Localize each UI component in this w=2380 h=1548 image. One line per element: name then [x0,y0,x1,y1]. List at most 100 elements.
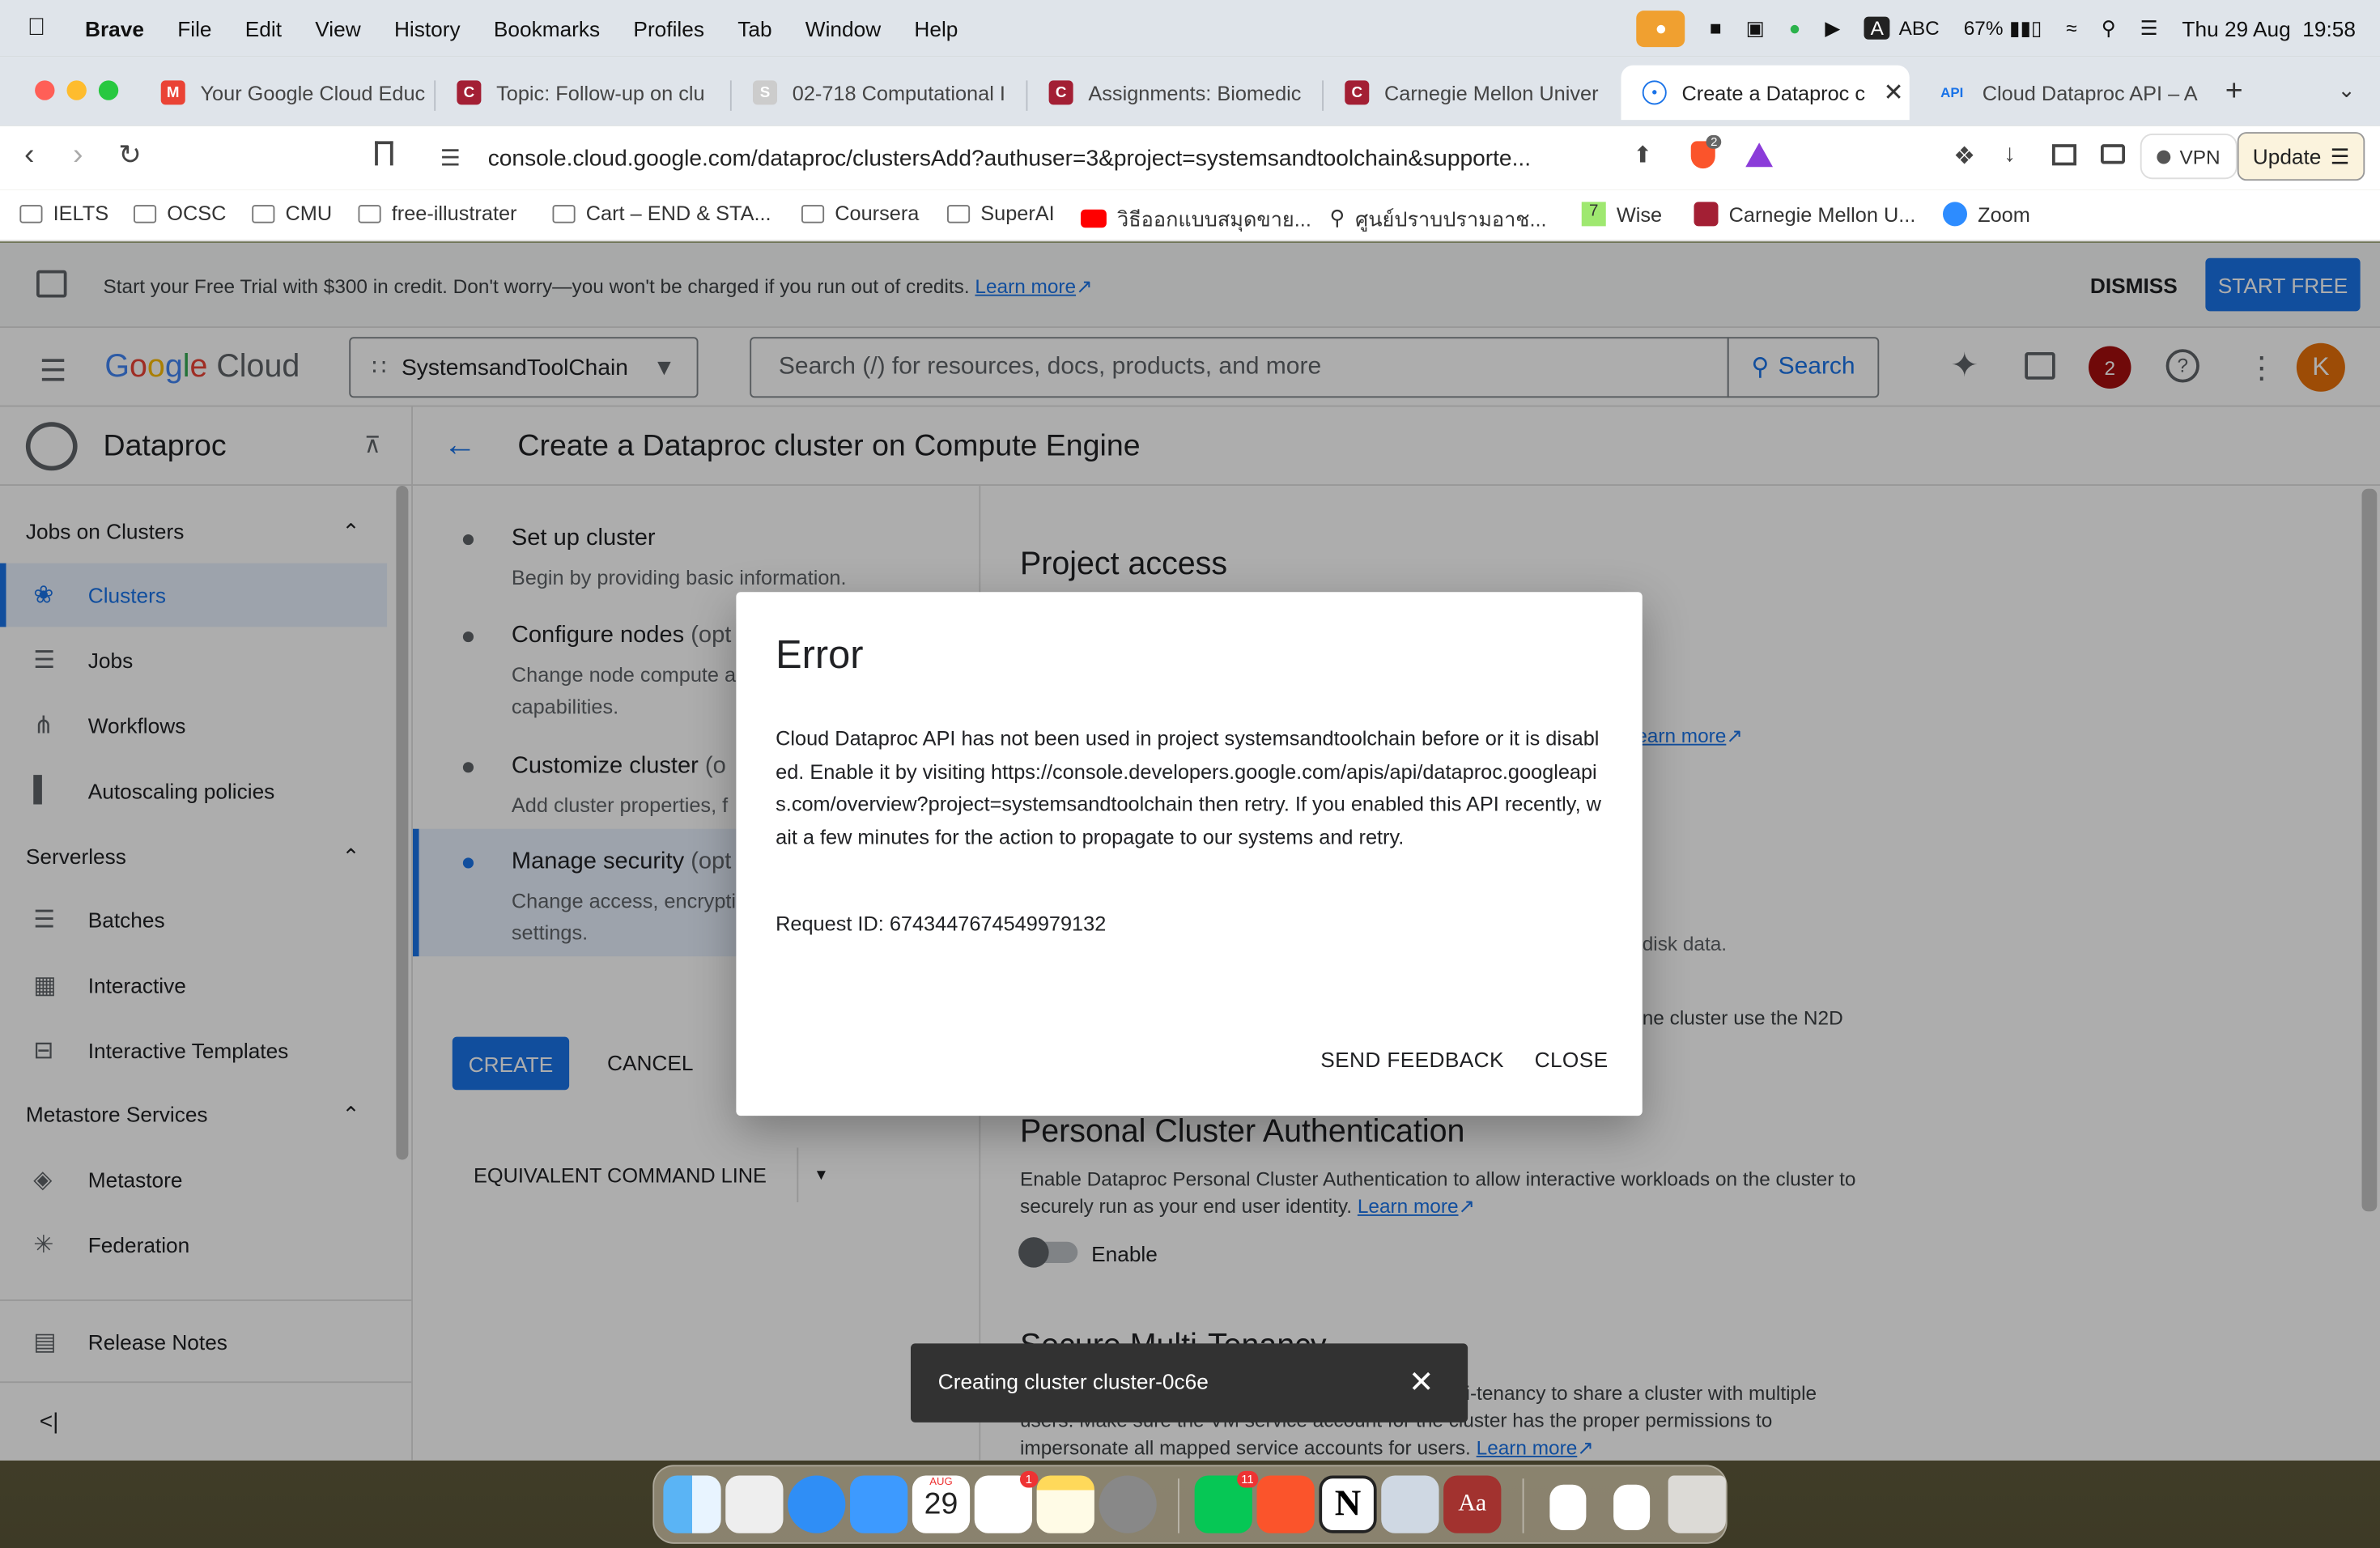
folder-icon [19,204,43,223]
spotlight-icon[interactable]: ⚲ [2102,16,2116,40]
notion-icon[interactable]: N [1319,1475,1377,1533]
forward-arrow-icon[interactable]: › [73,138,83,173]
window-close-button[interactable] [35,80,55,100]
launchpad-icon[interactable] [725,1475,784,1533]
reminders-icon[interactable]: 1 [974,1470,1039,1533]
menu-file[interactable]: File [177,16,211,40]
reload-icon[interactable]: ↻ [118,140,141,172]
line-app-icon[interactable]: 11 [1194,1470,1259,1533]
folder-icon [134,204,157,223]
bookmark-folder-ocsc[interactable]: OCSC [134,202,226,225]
mail-icon[interactable] [850,1475,908,1533]
api-icon: API [1940,85,1964,100]
battery-icon[interactable]: ▮▮▯ [2009,16,2042,40]
window-minimize-button[interactable] [66,80,87,100]
menubar-clock[interactable]: Thu 29 Aug 19:58 [2182,16,2356,40]
bookmark-thai-site[interactable]: ⚲ ศูนย์ปราบปรามอาช... [1330,202,1547,235]
zoom-icon [1943,202,1967,227]
youtube-icon [1081,209,1107,228]
tab-cmu[interactable]: C Carnegie Mellon Univer [1324,66,1612,121]
dataproc-icon: • [1642,80,1667,105]
tab-topic[interactable]: C Topic: Follow-up on clu [436,66,724,121]
site-settings-icon[interactable]: ☰ [440,144,461,172]
line-badge: 11 [1236,1470,1259,1488]
download-icon[interactable]: ↓ [2004,141,2016,168]
brave-minimized-icon[interactable] [1549,1484,1587,1530]
menu-window[interactable]: Window [805,16,881,40]
bookmark-icon[interactable] [375,141,393,166]
notes-icon[interactable] [1036,1475,1094,1533]
dialog-title: Error [776,632,864,678]
send-feedback-button[interactable]: SEND FEEDBACK [1320,1048,1504,1072]
folder-icon [947,204,971,223]
calendar-icon[interactable]: AUG 29 [912,1475,971,1533]
sidebar-toggle-icon[interactable] [2052,144,2076,166]
play-icon[interactable]: ▶ [1825,16,1840,40]
bookmark-cmu-site[interactable]: Carnegie Mellon U... [1694,202,1915,227]
bookmark-zoom[interactable]: Zoom [1943,202,2030,227]
menu-history[interactable]: History [394,16,461,40]
bookmark-folder-ielts[interactable]: IELTS [19,202,108,225]
vpn-button[interactable]: VPN [2140,134,2238,180]
trash-icon[interactable] [1668,1475,1726,1533]
system-settings-icon[interactable] [1099,1475,1157,1533]
browser-toolbar: ‹ › ↻ ☰ console.cloud.google.com/datapro… [0,125,2380,190]
brave-minimized-icon[interactable] [1613,1484,1651,1530]
bookmark-cart[interactable]: Cart – END & STA... [552,202,771,225]
preview-icon[interactable] [1381,1475,1439,1533]
line-status-icon[interactable]: ● [1789,17,1801,40]
tab-dataproc-api[interactable]: API Cloud Dataproc API – A [1915,66,2204,121]
close-button[interactable]: CLOSE [1535,1048,1609,1072]
update-button[interactable]: Update ☰ [2237,132,2365,181]
cloud-console-page: Start your Free Trial with $300 in credi… [0,243,2380,1461]
tab-computational[interactable]: S 02-718 Computational I [732,66,1020,121]
control-center-icon[interactable]: ☰ [2140,16,2158,40]
macos-menubar:  Brave File Edit View History Bookmarks… [0,0,2380,57]
address-bar[interactable]: ☰ console.cloud.google.com/dataproc/clus… [425,132,1807,184]
menu-help[interactable]: Help [914,16,958,40]
close-tab-icon[interactable]: ✕ [1884,78,1904,108]
extensions-icon[interactable]: ❖ [1953,141,1975,172]
menu-view[interactable]: View [315,16,360,40]
dictionary-icon[interactable]: Aa [1443,1475,1502,1533]
brave-browser-icon[interactable] [1256,1475,1315,1533]
finder-icon[interactable] [663,1475,721,1533]
wifi-icon[interactable]: ≈ [2066,17,2076,40]
cmu-icon: C [1345,80,1370,105]
back-arrow-icon[interactable]: ‹ [24,138,35,173]
keyboard-icon[interactable]: ▣ [1746,16,1765,40]
tab-gmail[interactable]: M Your Google Cloud Educ [140,66,428,121]
safari-icon[interactable] [788,1475,846,1533]
wallet-icon[interactable] [2101,144,2125,164]
apple-icon[interactable]:  [28,15,46,42]
new-tab-icon[interactable]: + [2225,74,2243,109]
gmail-icon: M [160,80,185,105]
close-icon[interactable]: ✕ [1409,1363,1434,1401]
brave-rewards-icon[interactable] [1745,142,1773,168]
window-zoom-button[interactable] [98,80,119,100]
reminders-badge: 1 [1019,1470,1039,1488]
bookmark-folder-superai[interactable]: SuperAI [947,202,1055,225]
bookmark-wise[interactable]: 7 Wise [1581,202,1662,227]
elephant-icon[interactable]: ■ [1710,17,1722,40]
input-source-icon[interactable]: A [1864,16,1890,40]
folder-icon [252,204,275,223]
tab-search-chevron-icon[interactable]: ⌄ [2338,78,2356,104]
menu-bookmarks[interactable]: Bookmarks [494,16,600,40]
tab-assignments[interactable]: C Assignments: Biomedic [1027,66,1315,121]
microphone-icon[interactable]: ● [1636,10,1685,47]
share-icon[interactable]: ⬆ [1634,141,1653,168]
url-text[interactable]: console.cloud.google.com/dataproc/cluste… [488,145,1531,171]
menu-tab[interactable]: Tab [737,16,771,40]
bookmark-folder-cmu[interactable]: CMU [252,202,332,225]
tab-create-dataproc[interactable]: • Create a Dataproc c ✕ [1621,65,1910,121]
menu-app-name[interactable]: Brave [85,16,144,40]
menu-edit[interactable]: Edit [245,16,282,40]
calendar-month: AUG [929,1477,953,1488]
input-source-label: ABC [1898,16,1940,40]
menu-profiles[interactable]: Profiles [633,16,704,40]
bookmark-folder-coursera[interactable]: Coursera [801,202,919,225]
cmu-icon: C [1048,80,1073,105]
bookmark-youtube[interactable]: วิธีออกแบบสมุดขาย... [1081,202,1311,235]
bookmark-folder-illustrater[interactable]: free-illustrater [358,202,516,225]
